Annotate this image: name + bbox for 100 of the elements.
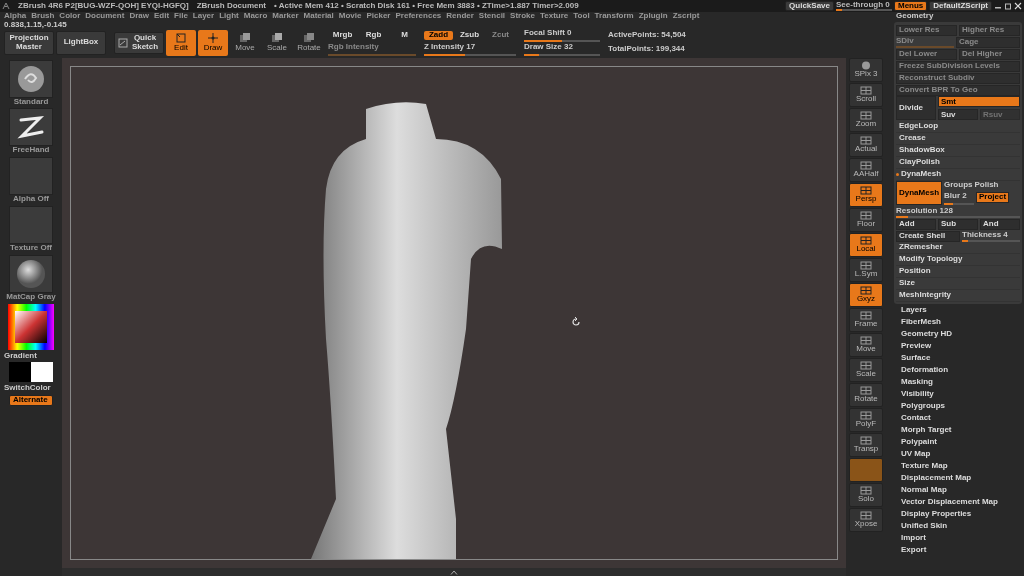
menu-item[interactable]: Color	[59, 12, 81, 21]
palette-item[interactable]: Displacement Map	[892, 472, 1024, 484]
menu-item[interactable]: Macro	[243, 12, 268, 21]
menu-item[interactable]: Document	[85, 12, 125, 21]
script-button[interactable]: DefaultZScript	[929, 0, 992, 12]
tray-slot[interactable]	[9, 254, 53, 293]
quick-sketch-button[interactable]: Quick Sketch	[114, 31, 164, 54]
menu-item[interactable]: Zplugin	[638, 12, 668, 21]
toolbar-button[interactable]: LightBox	[56, 30, 106, 55]
subpalette-header[interactable]: Position	[896, 266, 1020, 278]
shelf-button[interactable]: Scale	[849, 357, 883, 382]
palette-item[interactable]: Normal Map	[892, 484, 1024, 496]
toggle-button[interactable]: Zadd	[424, 31, 453, 40]
menu-item[interactable]: Transform	[594, 12, 634, 21]
palette-item[interactable]: Surface	[892, 352, 1024, 364]
slider[interactable]: Focal Shift 0	[524, 29, 600, 42]
see-through-slider[interactable]: See-through 0	[836, 1, 892, 11]
blur-slider[interactable]: Blur 2	[944, 191, 974, 205]
palette-item[interactable]: Import	[892, 532, 1024, 544]
scale-mode-button[interactable]: Scale	[262, 29, 292, 56]
panel-button[interactable]: And	[980, 218, 1020, 230]
main-color-swatch[interactable]	[9, 362, 31, 383]
quicksave-button[interactable]: QuickSave	[785, 0, 834, 12]
switch-color-button[interactable]: SwitchColor	[4, 384, 51, 394]
menu-item[interactable]: Draw	[129, 12, 149, 21]
menu-item[interactable]: Stencil	[478, 12, 506, 21]
panel-button[interactable]: Sub	[938, 218, 978, 230]
panel-slider[interactable]: Resolution 128	[896, 206, 1020, 218]
shelf-button[interactable]: Rotate	[849, 382, 883, 407]
polish-toggle[interactable]: Polish	[974, 181, 999, 190]
subpalette-header[interactable]: ZRemesher	[896, 242, 1020, 254]
subpalette-header[interactable]: Crease	[896, 133, 1020, 145]
menu-item[interactable]: Brush	[31, 12, 55, 21]
menu-item[interactable]: Picker	[366, 12, 391, 21]
shelf-button[interactable]: PolyF	[849, 407, 883, 432]
menu-item[interactable]: Movie	[338, 12, 362, 21]
palette-item[interactable]: Unified Skin	[892, 520, 1024, 532]
subpalette-header[interactable]: ShadowBox	[896, 145, 1020, 157]
shelf-button[interactable]: Zoom	[849, 107, 883, 132]
menu-item[interactable]: Light	[219, 12, 239, 21]
menu-item[interactable]: File	[174, 12, 188, 21]
menu-item[interactable]: Alpha	[4, 12, 27, 21]
palette-item[interactable]: Layers	[892, 304, 1024, 316]
menu-item[interactable]: Stroke	[510, 12, 535, 21]
shelf-button[interactable]: Gxyz	[849, 282, 883, 307]
option-toggle[interactable]: Smt	[937, 96, 1020, 107]
palette-item[interactable]: FiberMesh	[892, 316, 1024, 328]
divide-button[interactable]: Divide	[896, 96, 936, 120]
shelf-button[interactable]: Transp	[849, 432, 883, 457]
menu-item[interactable]: Preferences	[395, 12, 442, 21]
panel-button[interactable]: Add	[896, 218, 936, 230]
subpalette-header[interactable]: DynaMesh	[901, 170, 941, 179]
dynamesh-button[interactable]: DynaMesh	[896, 181, 942, 205]
edit-mode-button[interactable]: Edit	[166, 29, 196, 56]
panel-button[interactable]: Create Shell	[896, 230, 960, 242]
menu-item[interactable]: Edit	[153, 12, 170, 21]
shelf-button[interactable]: Xpose	[849, 507, 883, 532]
toggle-button[interactable]: M	[390, 31, 419, 40]
toolbar-button[interactable]: Projection Master	[4, 30, 54, 55]
subpalette-header[interactable]: EdgeLoop	[896, 121, 1020, 133]
palette-item[interactable]: Contact	[892, 412, 1024, 424]
palette-item[interactable]: Deformation	[892, 364, 1024, 376]
menus-toggle[interactable]: Menus	[894, 0, 928, 12]
shelf-button[interactable]: Solo	[849, 482, 883, 507]
alternate-toggle[interactable]: Alternate	[9, 395, 53, 406]
palette-item[interactable]: Preview	[892, 340, 1024, 352]
palette-item[interactable]: Morph Target	[892, 424, 1024, 436]
menu-item[interactable]: Marker	[272, 12, 299, 21]
shelf-button[interactable]: Floor	[849, 207, 883, 232]
tray-slot[interactable]	[9, 108, 53, 147]
palette-item[interactable]: Texture Map	[892, 460, 1024, 472]
subpalette-header[interactable]: MeshIntegrity	[896, 290, 1020, 302]
toggle-button[interactable]: Rgb	[359, 31, 388, 40]
draw-mode-button[interactable]: Draw	[198, 29, 228, 56]
palette-item[interactable]: Geometry HD	[892, 328, 1024, 340]
palette-item[interactable]: UV Map	[892, 448, 1024, 460]
palette-item[interactable]: Export	[892, 544, 1024, 556]
menu-item[interactable]: Layer	[192, 12, 215, 21]
color-swatch-button[interactable]	[849, 457, 883, 482]
shelf-button[interactable]: Persp	[849, 182, 883, 207]
palette-item[interactable]: Vector Displacement Map	[892, 496, 1024, 508]
palette-item[interactable]: Display Properties	[892, 508, 1024, 520]
palette-item[interactable]: Visibility	[892, 388, 1024, 400]
toggle-button[interactable]: Mrgb	[328, 31, 357, 40]
shelf-button[interactable]: Actual	[849, 132, 883, 157]
slider[interactable]: Draw Size 32	[524, 43, 600, 56]
palette-item[interactable]: Polypaint	[892, 436, 1024, 448]
move-mode-button[interactable]: Move	[230, 29, 260, 56]
secondary-color-swatch[interactable]	[31, 362, 53, 383]
palette-item[interactable]: Polygroups	[892, 400, 1024, 412]
option-toggle[interactable]: Suv	[937, 109, 978, 120]
subpalette-header[interactable]: Modify Topology	[896, 254, 1020, 266]
menu-item[interactable]: Material	[303, 12, 334, 21]
shelf-button[interactable]: SPix 3	[849, 57, 883, 82]
subpalette-header[interactable]: ClayPolish	[896, 157, 1020, 169]
shelf-button[interactable]: Local	[849, 232, 883, 257]
shelf-button[interactable]: L.Sym	[849, 257, 883, 282]
palette-item[interactable]: Masking	[892, 376, 1024, 388]
shelf-button[interactable]: Frame	[849, 307, 883, 332]
menu-item[interactable]: Texture	[540, 12, 569, 21]
